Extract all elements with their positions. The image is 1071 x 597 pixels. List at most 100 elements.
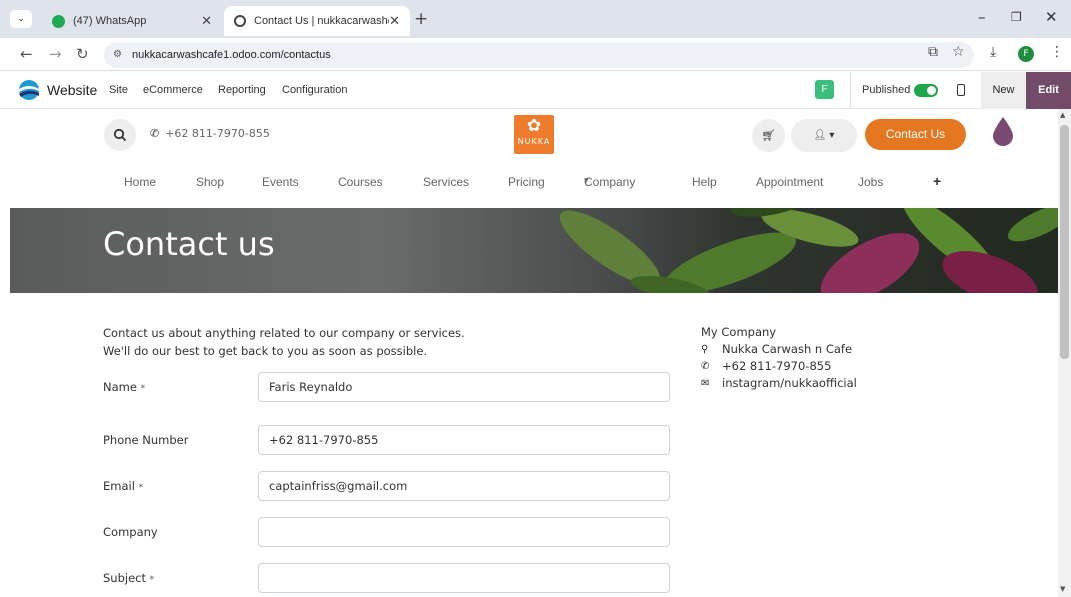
minimize-icon[interactable]: – <box>978 8 986 26</box>
contact-content: Contact us about anything related to our… <box>0 293 1058 597</box>
cast-icon[interactable]: ⧉ <box>928 44 938 60</box>
menu-reporting[interactable]: Reporting <box>218 84 266 96</box>
nav-help[interactable]: Help <box>692 175 717 189</box>
nav-shop[interactable]: Shop <box>196 175 224 189</box>
search-icon <box>113 128 127 142</box>
required-marker: * <box>149 575 155 585</box>
restore-icon[interactable]: ❐ <box>1011 10 1022 24</box>
nav-jobs[interactable]: Jobs <box>858 175 883 189</box>
phone-label-text: Phone Number <box>103 433 189 447</box>
close-tab-icon[interactable]: ✕ <box>389 13 400 29</box>
new-button[interactable]: New <box>981 72 1026 109</box>
scroll-down-icon[interactable]: ▼ <box>1060 585 1065 593</box>
company-label-text: Company <box>103 525 158 539</box>
page-scrollbar[interactable]: ▲ ▼ <box>1058 109 1071 597</box>
menu-configuration[interactable]: Configuration <box>282 84 347 96</box>
company-label: Company <box>103 525 158 539</box>
theme-drop-icon[interactable] <box>991 116 1015 146</box>
email-label-text: Email <box>103 479 135 493</box>
website-app-title[interactable]: Website <box>47 82 97 98</box>
user-badge[interactable]: F <box>815 80 834 99</box>
required-marker: * <box>138 483 144 493</box>
whatsapp-icon <box>52 14 65 28</box>
email-label: Email * <box>103 479 143 493</box>
company-address-row: ⚲ Nukka Carwash n Cafe <box>701 341 857 358</box>
form-intro: Contact us about anything related to our… <box>103 324 465 360</box>
company-field[interactable] <box>258 517 670 547</box>
company-info: My Company ⚲ Nukka Carwash n Cafe ✆ +62 81… <box>701 324 857 392</box>
tab-title: Contact Us | nukkacarwashcafe <box>254 15 389 27</box>
profile-avatar[interactable]: F <box>1018 46 1034 62</box>
phone-icon: ✆ <box>150 127 160 140</box>
header-phone[interactable]: ✆ +62 811-7970-855 <box>150 127 270 140</box>
published-toggle[interactable] <box>914 84 938 97</box>
close-tab-icon[interactable]: ✕ <box>201 13 212 29</box>
company-phone: +62 811-7970-855 <box>722 359 832 373</box>
download-icon[interactable]: ⤓ <box>990 44 996 60</box>
website-logo-icon <box>19 80 39 100</box>
phone-label: Phone Number <box>103 433 188 447</box>
nav-events[interactable]: Events <box>262 175 299 189</box>
site-header: ✆ +62 811-7970-855 ✿ NUKKA 🛒︎ 👤︎ ▾ Contac… <box>0 109 1058 208</box>
nav-courses[interactable]: Courses <box>338 175 383 189</box>
phone-field[interactable]: +62 811-7970-855 <box>258 425 670 455</box>
search-button[interactable] <box>104 119 136 151</box>
nav-pricing[interactable]: Pricing <box>508 175 545 189</box>
company-phone-row: ✆ +62 811-7970-855 <box>701 358 857 375</box>
new-tab-icon[interactable]: + <box>414 9 428 29</box>
page-title: Contact us <box>103 225 275 263</box>
odoo-icon <box>234 15 246 27</box>
intro-line-2: We'll do our best to get back to you as … <box>103 344 428 358</box>
scroll-up-icon[interactable]: ▲ <box>1060 111 1065 119</box>
envelope-icon: ✉ <box>701 378 710 389</box>
menu-site[interactable]: Site <box>109 84 128 96</box>
company-email-row: ✉ instagram/nukkaofficial <box>701 375 857 392</box>
url-field[interactable]: ⚙ nukkacarwashcafe1.odoo.com/contactus <box>104 42 974 68</box>
site-info-icon[interactable]: ⚙ <box>113 42 122 68</box>
company-email[interactable]: instagram/nukkaofficial <box>722 375 857 392</box>
edit-button[interactable]: Edit <box>1026 72 1071 109</box>
tab-contact-us[interactable]: Contact Us | nukkacarwashcafe ✕ <box>224 6 410 36</box>
browser-tab-bar: ⌄ (47) WhatsApp ✕ Contact Us | nukkacarw… <box>0 0 1071 38</box>
map-marker-icon: ⚲ <box>701 344 709 355</box>
user-icon: 👤︎ <box>813 130 827 141</box>
published-label: Published <box>862 84 911 96</box>
email-field[interactable]: captainfriss@gmail.com <box>258 471 670 501</box>
back-icon[interactable]: ← <box>20 45 33 63</box>
url-text: nukkacarwashcafe1.odoo.com/contactus <box>132 49 331 61</box>
close-window-icon[interactable]: ✕ <box>1045 8 1058 26</box>
tab-search-button[interactable]: ⌄ <box>10 10 32 28</box>
logo-mark-icon: ✿ <box>526 116 542 136</box>
add-menu-item-icon[interactable]: + <box>933 173 941 189</box>
page-banner: Contact us <box>10 208 1058 293</box>
cart-icon: 🛒︎ <box>761 129 776 142</box>
nav-company-label: Company <box>584 175 636 189</box>
logo-wordmark: NUKKA <box>517 137 551 146</box>
forward-icon[interactable]: → <box>49 45 62 63</box>
cart-button[interactable]: 🛒︎ <box>752 119 785 152</box>
subject-field[interactable] <box>258 563 670 593</box>
mobile-preview-icon[interactable] <box>957 84 965 96</box>
nav-services[interactable]: Services <box>423 175 469 189</box>
main-navigation: Home Shop Events Courses Services Pricin… <box>0 173 1058 195</box>
tab-title: (47) WhatsApp <box>73 15 147 27</box>
bookmark-star-icon[interactable]: ☆ <box>952 44 965 60</box>
scroll-thumb[interactable] <box>1060 125 1069 359</box>
user-menu-button[interactable]: 👤︎ ▾ <box>791 119 857 152</box>
nav-home[interactable]: Home <box>124 175 156 189</box>
contact-us-button[interactable]: Contact Us <box>865 119 966 150</box>
name-label-text: Name <box>103 380 137 394</box>
menu-ecommerce[interactable]: eCommerce <box>143 84 203 96</box>
phone-icon: ✆ <box>701 361 710 372</box>
nav-appointment[interactable]: Appointment <box>756 175 823 189</box>
intro-line-1: Contact us about anything related to our… <box>103 326 465 340</box>
caret-down-icon: ▾ <box>584 175 589 185</box>
company-name: My Company <box>701 325 777 339</box>
odoo-editor-bar: Website Site eCommerce Reporting Configu… <box>0 72 1071 109</box>
nukka-logo[interactable]: ✿ NUKKA <box>514 115 554 154</box>
tab-whatsapp[interactable]: (47) WhatsApp ✕ <box>42 6 222 36</box>
menu-dots-icon[interactable]: ⋮ <box>1050 44 1064 60</box>
name-field[interactable]: Faris Reynaldo <box>258 372 670 402</box>
reload-icon[interactable]: ↻ <box>76 45 89 63</box>
header-phone-text: +62 811-7970-855 <box>165 127 270 140</box>
